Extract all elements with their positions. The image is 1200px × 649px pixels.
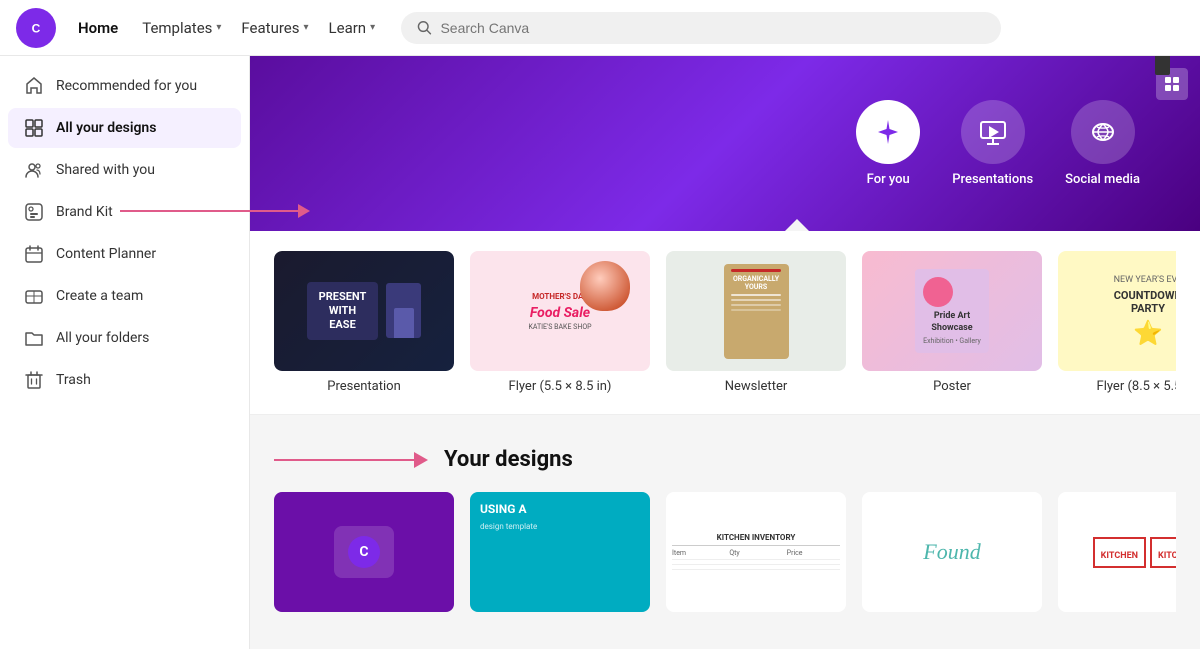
brand-icon xyxy=(24,202,44,222)
grid-icon xyxy=(24,118,44,138)
for-you-icon xyxy=(856,100,920,164)
templates-section: PRESENTWITHEASE Presentation xyxy=(250,231,1200,415)
hero-category-for-you[interactable]: For you xyxy=(856,100,920,187)
design-card[interactable]: Found xyxy=(862,492,1042,612)
sidebar-item-brand-kit[interactable]: Brand Kit xyxy=(8,192,241,232)
sidebar: Recommended for you All your designs xyxy=(0,56,250,649)
svg-text:C: C xyxy=(32,21,41,35)
sidebar-item-label: Recommended for you xyxy=(56,78,197,94)
sidebar-item-all-designs[interactable]: All your designs xyxy=(8,108,241,148)
template-card-flyer2[interactable]: NEW YEAR'S EVE COUNTDOWNPARTY ⭐ Flyer (8… xyxy=(1058,251,1176,394)
sidebar-item-label: Trash xyxy=(56,372,91,388)
template-card-presentation[interactable]: PRESENTWITHEASE Presentation xyxy=(274,251,454,394)
annotation-arrow-your-designs xyxy=(274,452,428,468)
folder-icon xyxy=(24,328,44,348)
social-media-icon xyxy=(1071,100,1135,164)
template-label: Presentation xyxy=(274,379,454,394)
chevron-down-icon: ▾ xyxy=(304,22,309,33)
search-input[interactable] xyxy=(440,20,985,36)
sidebar-item-trash[interactable]: Trash xyxy=(8,360,241,400)
design-card[interactable]: USING A design template xyxy=(470,492,650,612)
nav-templates[interactable]: Templates ▾ xyxy=(132,13,231,43)
nav-learn[interactable]: Learn ▾ xyxy=(319,13,386,43)
presentations-icon xyxy=(961,100,1025,164)
hero-category-presentations[interactable]: Presentations xyxy=(952,100,1033,187)
for-you-label: For you xyxy=(867,172,910,187)
template-card-poster[interactable]: Pride ArtShowcase Exhibition • Gallery P… xyxy=(862,251,1042,394)
template-label: Poster xyxy=(862,379,1042,394)
hero-indicator xyxy=(785,219,809,231)
sidebar-item-label: Brand Kit xyxy=(56,204,113,220)
sidebar-item-label: All your folders xyxy=(56,330,149,346)
home-icon xyxy=(24,76,44,96)
template-card-flyer[interactable]: MOTHER'S DAY Food Sale KATIE'S BAKE SHOP… xyxy=(470,251,650,394)
main-layout: Recommended for you All your designs xyxy=(0,56,1200,649)
sidebar-item-label: Create a team xyxy=(56,288,143,304)
team-icon xyxy=(24,286,44,306)
hero-section: For you Presentations xyxy=(250,56,1200,231)
presentations-label: Presentations xyxy=(952,172,1033,187)
design-card[interactable]: KITCHEN KITCHEN xyxy=(1058,492,1176,612)
users-icon xyxy=(24,160,44,180)
template-label: Flyer (8.5 × 5.5 in) xyxy=(1058,379,1176,394)
your-designs-section: Your designs C USING A xyxy=(250,415,1200,628)
hero-categories: For you Presentations xyxy=(856,100,1140,187)
designs-row: C USING A design template KITCHEN IN xyxy=(274,492,1176,612)
chevron-down-icon: ▾ xyxy=(216,22,221,33)
sidebar-item-create-team[interactable]: Create a team xyxy=(8,276,241,316)
design-card[interactable]: KITCHEN INVENTORY Item Qty Price xyxy=(666,492,846,612)
sidebar-item-shared[interactable]: Shared with you xyxy=(8,150,241,190)
header: C Home Templates ▾ Features ▾ Learn ▾ xyxy=(0,0,1200,56)
sidebar-item-label: Shared with you xyxy=(56,162,155,178)
sidebar-item-all-folders[interactable]: All your folders xyxy=(8,318,241,358)
hero-category-social-media[interactable]: Social media xyxy=(1065,100,1140,187)
template-card-newsletter[interactable]: ORGANICALLYYOURS Newsletter xyxy=(666,251,846,394)
section-header: Your designs xyxy=(274,447,1176,472)
your-designs-title: Your designs xyxy=(444,447,573,472)
social-media-label: Social media xyxy=(1065,172,1140,187)
template-label: Newsletter xyxy=(666,379,846,394)
search-icon xyxy=(417,20,432,36)
search-bar[interactable] xyxy=(401,12,1001,44)
chevron-down-icon: ▾ xyxy=(370,22,375,33)
sidebar-item-label: All your designs xyxy=(56,120,156,136)
design-card[interactable]: C xyxy=(274,492,454,612)
sidebar-item-label: Content Planner xyxy=(56,246,156,262)
templates-row: PRESENTWITHEASE Presentation xyxy=(274,251,1176,394)
nav-home[interactable]: Home xyxy=(68,13,128,43)
nav-features[interactable]: Features ▾ xyxy=(231,13,318,43)
calendar-icon xyxy=(24,244,44,264)
sidebar-item-recommended[interactable]: Recommended for you xyxy=(8,66,241,106)
sidebar-item-content-planner[interactable]: Content Planner xyxy=(8,234,241,274)
template-label: Flyer (5.5 × 8.5 in) xyxy=(470,379,650,394)
main-content: For you Presentations xyxy=(250,56,1200,649)
canva-logo[interactable]: C xyxy=(16,8,56,48)
sidebar-wrapper: Recommended for you All your designs xyxy=(0,56,250,649)
trash-icon xyxy=(24,370,44,390)
